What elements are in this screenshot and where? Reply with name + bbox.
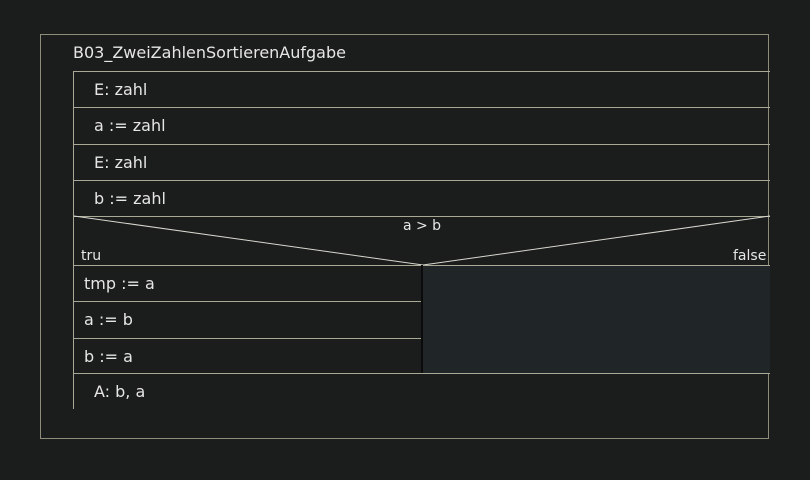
statement-assign-b: b := zahl: [73, 180, 770, 216]
false-branch-top-border: [423, 265, 770, 266]
true-statement-assign-b: b := a: [73, 338, 421, 374]
true-statement-tmp: tmp := a: [73, 265, 421, 301]
true-branch-label: tru: [81, 248, 102, 264]
structogram-title: B03_ZweiZahlenSortierenAufgabe: [73, 43, 346, 62]
condition-text: a > b: [402, 218, 442, 234]
statement-assign-a: a := zahl: [73, 107, 770, 143]
statement-output: A: b, a: [73, 373, 770, 409]
true-statement-assign-a: a := b: [73, 301, 421, 337]
statement-input-1: E: zahl: [73, 71, 770, 107]
statement-input-2: E: zahl: [73, 144, 770, 180]
false-branch-empty: [423, 265, 770, 373]
false-branch-label: false: [733, 248, 767, 264]
branch-divider: [421, 265, 423, 373]
structogram-canvas: B03_ZweiZahlenSortierenAufgabe E: zahl a…: [0, 0, 810, 480]
